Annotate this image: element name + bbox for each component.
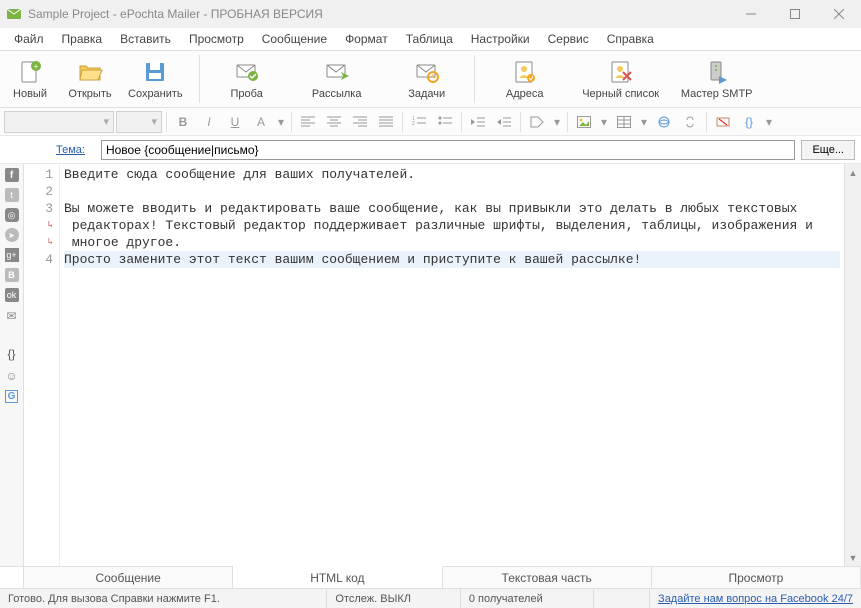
status-ready: Готово. Для вызова Справки нажмите F1. <box>0 589 327 608</box>
align-left-button[interactable] <box>296 111 320 133</box>
variable-button[interactable]: {} <box>737 111 761 133</box>
font-family-select[interactable]: ▾ <box>4 111 114 133</box>
menu-правка[interactable]: Правка <box>54 30 111 48</box>
title-bar: Sample Project - ePochta Mailer - ПРОБНА… <box>0 0 861 28</box>
format-toolbar: ▾ ▾ B I U A ▾ 12 ▾ ▾ ▾ {} ▾ <box>0 108 861 136</box>
font-size-select[interactable]: ▾ <box>116 111 162 133</box>
svg-text:2: 2 <box>412 121 415 127</box>
image-button[interactable] <box>572 111 596 133</box>
telegram-icon[interactable]: ➤ <box>5 228 19 242</box>
smtp-icon <box>703 58 731 86</box>
tasks-icon <box>413 58 441 86</box>
align-right-button[interactable] <box>348 111 372 133</box>
underline-button[interactable]: U <box>223 111 247 133</box>
tag-button[interactable] <box>525 111 549 133</box>
save-icon <box>141 58 169 86</box>
subject-label[interactable]: Тема: <box>6 144 95 156</box>
more-button[interactable]: Еще... <box>801 140 855 160</box>
main-toolbar: +НовыйОткрытьСохранитьПробаРассылкаЗадач… <box>0 50 861 108</box>
editor-tabs: СообщениеHTML кодТекстовая частьПросмотр <box>0 566 861 588</box>
black-button[interactable]: Черный список <box>573 51 669 107</box>
chevron-down-icon[interactable]: ▾ <box>598 111 610 133</box>
minimize-button[interactable] <box>729 0 773 28</box>
subject-row: Тема: Еще... <box>0 136 861 164</box>
facebook-link[interactable]: Задайте нам вопрос на Facebook 24/7 <box>650 589 861 608</box>
status-recipients: 0 получателей <box>461 589 594 608</box>
anchor-button[interactable] <box>678 111 702 133</box>
menu-просмотр[interactable]: Просмотр <box>181 30 252 48</box>
align-justify-button[interactable] <box>374 111 398 133</box>
open-button[interactable]: Открыть <box>60 51 120 107</box>
addr-button[interactable]: Адреса <box>477 51 573 107</box>
send-icon <box>323 58 351 86</box>
menu-сервис[interactable]: Сервис <box>540 30 597 48</box>
ok-icon[interactable]: ok <box>5 288 19 302</box>
font-color-button[interactable]: A <box>249 111 273 133</box>
vk-icon[interactable]: B <box>5 268 19 282</box>
open-icon <box>76 58 104 86</box>
send-button[interactable]: Рассылка <box>292 51 382 107</box>
vertical-scrollbar[interactable]: ▲ ▼ <box>844 164 861 566</box>
mail-icon[interactable]: ✉ <box>4 308 20 324</box>
google-icon[interactable]: G <box>5 390 18 403</box>
svg-text:+: + <box>34 62 39 71</box>
unsubscribe-button[interactable] <box>711 111 735 133</box>
tab-0[interactable]: Сообщение <box>24 567 233 588</box>
link-button[interactable] <box>652 111 676 133</box>
status-tracking: Отслеж. ВЫКЛ <box>327 589 460 608</box>
googleplus-icon[interactable]: g+ <box>5 248 19 262</box>
menu-файл[interactable]: Файл <box>6 30 52 48</box>
facebook-icon[interactable]: f <box>5 168 19 182</box>
smiley-icon[interactable]: ☺ <box>4 368 20 384</box>
menu-формат[interactable]: Формат <box>337 30 396 48</box>
maximize-button[interactable] <box>773 0 817 28</box>
menu-настройки[interactable]: Настройки <box>463 30 538 48</box>
outdent-button[interactable] <box>466 111 490 133</box>
braces-icon[interactable]: {} <box>4 346 20 362</box>
table-button[interactable] <box>612 111 636 133</box>
code-content[interactable]: Введите сюда сообщение для ваших получат… <box>60 164 844 566</box>
subject-input[interactable] <box>101 140 795 160</box>
addr-icon <box>511 58 539 86</box>
app-icon <box>6 6 22 22</box>
new-icon: + <box>16 58 44 86</box>
bullet-list-button[interactable] <box>433 111 457 133</box>
window-title: Sample Project - ePochta Mailer - ПРОБНА… <box>28 7 729 21</box>
menu-справка[interactable]: Справка <box>599 30 662 48</box>
menu-таблица[interactable]: Таблица <box>398 30 461 48</box>
scroll-up-icon[interactable]: ▲ <box>845 164 861 181</box>
social-sidebar: f t ◎ ➤ g+ B ok ✉ {} ☺ G <box>0 164 24 566</box>
smtp-button[interactable]: Мастер SMTP <box>669 51 765 107</box>
chevron-down-icon[interactable]: ▾ <box>763 111 775 133</box>
chevron-down-icon[interactable]: ▾ <box>275 111 287 133</box>
scroll-down-icon[interactable]: ▼ <box>845 549 861 566</box>
probe-button[interactable]: Проба <box>202 51 292 107</box>
twitter-icon[interactable]: t <box>5 188 19 202</box>
new-button[interactable]: +Новый <box>0 51 60 107</box>
italic-button[interactable]: I <box>197 111 221 133</box>
chevron-down-icon[interactable]: ▾ <box>551 111 563 133</box>
black-icon <box>607 58 635 86</box>
probe-icon <box>233 58 261 86</box>
code-editor[interactable]: 123↳↳4 Введите сюда сообщение для ваших … <box>24 164 844 566</box>
bold-button[interactable]: B <box>171 111 195 133</box>
tab-1[interactable]: HTML код <box>233 566 442 588</box>
save-button[interactable]: Сохранить <box>120 51 191 107</box>
status-bar: Готово. Для вызова Справки нажмите F1. О… <box>0 588 861 608</box>
indent-button[interactable] <box>492 111 516 133</box>
tab-2[interactable]: Текстовая часть <box>443 567 652 588</box>
chevron-down-icon[interactable]: ▾ <box>638 111 650 133</box>
close-button[interactable] <box>817 0 861 28</box>
menu-вставить[interactable]: Вставить <box>112 30 179 48</box>
numbered-list-button[interactable]: 12 <box>407 111 431 133</box>
tasks-button[interactable]: Задачи <box>382 51 472 107</box>
tab-3[interactable]: Просмотр <box>652 567 861 588</box>
menu-сообщение[interactable]: Сообщение <box>254 30 335 48</box>
line-gutter: 123↳↳4 <box>24 164 60 566</box>
align-center-button[interactable] <box>322 111 346 133</box>
menu-bar: ФайлПравкаВставитьПросмотрСообщениеФорма… <box>0 28 861 50</box>
instagram-icon[interactable]: ◎ <box>5 208 19 222</box>
